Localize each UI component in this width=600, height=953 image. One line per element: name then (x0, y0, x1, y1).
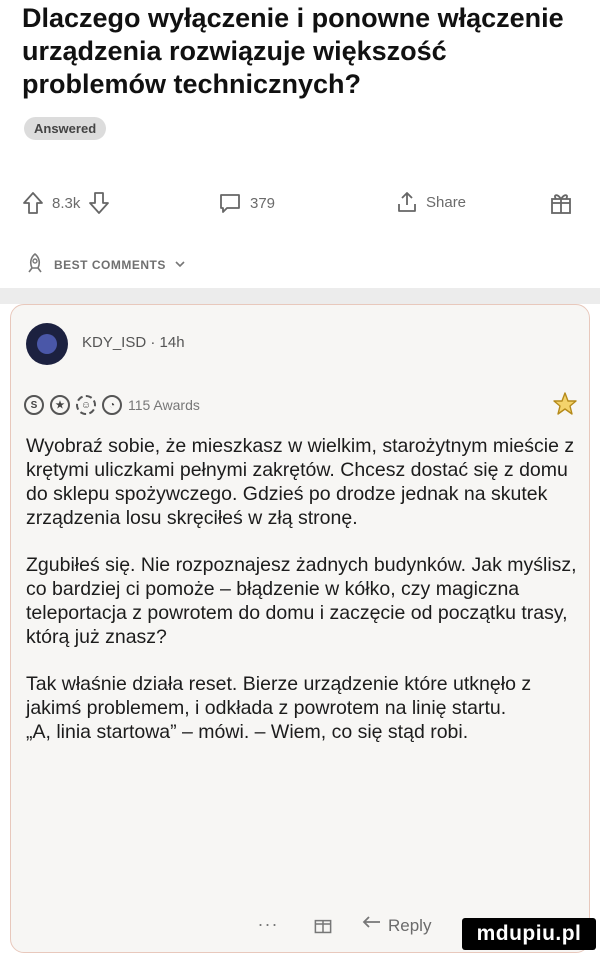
rocket-icon (24, 252, 46, 277)
sort-comments-dropdown[interactable]: BEST COMMENTS (24, 252, 186, 277)
comment-paragraph: Zgubiłeś się. Nie rozpoznajesz żadnych b… (26, 554, 577, 648)
answered-badge: Answered (24, 117, 107, 140)
share-button[interactable]: Share (396, 190, 466, 214)
comment-author[interactable]: KDY_ISD · 14h (82, 334, 185, 351)
award-icon-2: ★ (50, 395, 70, 415)
comment-paragraph: Tak właśnie działa reset. Bierze urządze… (26, 673, 532, 743)
post-title: Dlaczego wyłączenie i ponowne włączenie … (22, 3, 564, 99)
reply-button[interactable]: Reply (362, 915, 431, 936)
awards-row[interactable]: S ★ ☺ ◔ 115 Awards (24, 395, 200, 415)
section-divider (0, 288, 600, 304)
share-label: Share (426, 193, 467, 211)
award-icon-4: ◔ (102, 395, 122, 415)
comment-paragraph: Wyobraź sobie, że mieszkasz w wielkim, s… (26, 435, 575, 529)
watermark-logo: mdupiu.pl (462, 918, 596, 950)
comments-button[interactable]: 379 (218, 192, 275, 214)
more-options-button[interactable]: ... (258, 910, 279, 931)
sort-label: BEST COMMENTS (54, 257, 166, 272)
vote-group: 8.3k (22, 191, 110, 215)
comment-count: 379 (250, 194, 276, 212)
post-actions: 8.3k 379 Share (0, 185, 600, 225)
upvote-icon[interactable] (22, 191, 44, 215)
reply-label: Reply (388, 915, 432, 935)
downvote-icon[interactable] (88, 191, 110, 215)
give-award-icon[interactable] (552, 391, 578, 422)
award-icon-1: S (24, 395, 44, 415)
comment-icon (218, 192, 242, 214)
award-button[interactable] (548, 190, 574, 216)
share-icon (396, 190, 418, 214)
award-icon-3: ☺ (76, 395, 96, 415)
gift-icon[interactable] (312, 913, 334, 940)
vote-count: 8.3k (52, 194, 81, 212)
reply-arrow-icon (362, 915, 382, 936)
avatar[interactable] (26, 323, 68, 365)
gift-icon (548, 190, 574, 216)
comment-body: Wyobraź sobie, że mieszkasz w wielkim, s… (26, 434, 586, 767)
awards-count: 115 Awards (128, 397, 200, 413)
chevron-down-icon (174, 258, 186, 272)
